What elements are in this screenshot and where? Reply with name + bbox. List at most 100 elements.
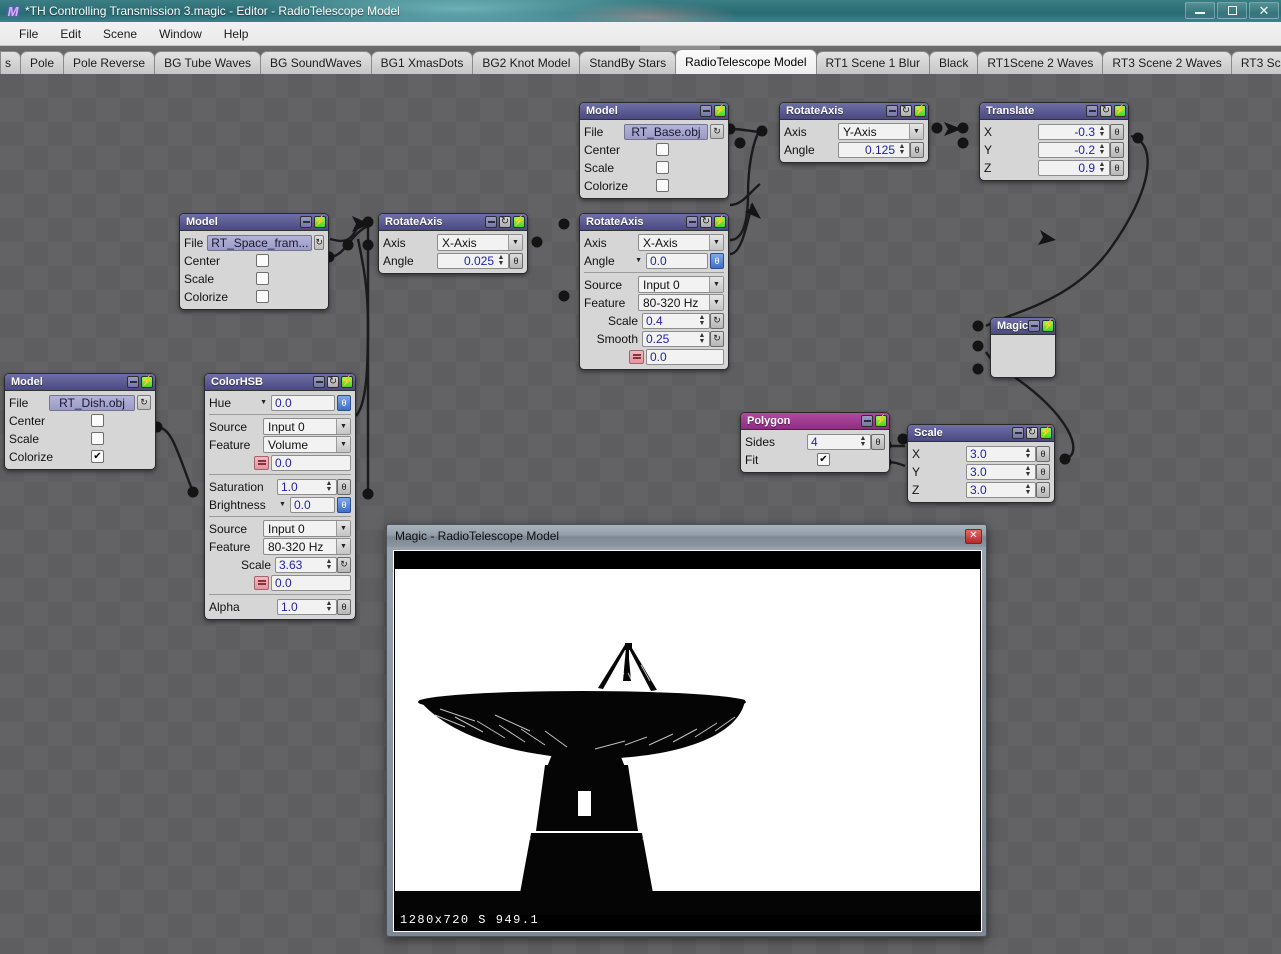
menu-file[interactable]: File [8, 24, 49, 44]
node-colorhsb[interactable]: ColorHSB ↻ ⚡ Hue ▼ 0.0 θ Source Input 0 … [204, 373, 356, 620]
colorize-checkbox[interactable]: ✔ [91, 450, 104, 463]
bolt-icon[interactable]: ⚡ [1040, 427, 1052, 439]
file-value[interactable]: RT_Dish.obj [49, 394, 135, 411]
minimize-icon[interactable] [1028, 320, 1041, 332]
node-header[interactable]: Model ⚡ [5, 374, 155, 391]
refresh-icon[interactable]: ↻ [900, 105, 912, 117]
z-value[interactable]: 3.0 [966, 481, 1036, 498]
minimize-icon[interactable] [686, 216, 698, 228]
maximize-button[interactable] [1217, 2, 1247, 19]
center-checkbox[interactable] [256, 254, 269, 267]
node-header[interactable]: ColorHSB ↻ ⚡ [205, 374, 355, 391]
bolt-icon[interactable]: ⚡ [314, 216, 326, 228]
tab-bg-soundwaves[interactable]: BG SoundWaves [260, 51, 372, 74]
preview-window[interactable]: Magic - RadioTelescope Model ✕ 1280x720 … [386, 524, 987, 937]
saturation-value[interactable]: 1.0 [277, 478, 337, 495]
angle-value[interactable]: 0.025 [437, 252, 509, 269]
offset-value[interactable]: 0.0 [271, 574, 351, 591]
menu-window[interactable]: Window [148, 24, 213, 44]
node-rotateaxis-y[interactable]: RotateAxis ↻ ⚡ Axis Y-Axis ▼ Angle 0.125… [779, 102, 929, 163]
link-icon[interactable]: θ [910, 141, 924, 158]
tab-pole-reverse[interactable]: Pole Reverse [63, 51, 156, 74]
scale-value[interactable]: 3.63 [275, 556, 337, 573]
scale-value[interactable]: 0.4 [642, 312, 710, 329]
bolt-icon[interactable]: ⚡ [875, 415, 887, 427]
tab-bg1-xmasdots[interactable]: BG1 XmasDots [370, 51, 474, 74]
minimize-icon[interactable] [1086, 105, 1098, 117]
link-icon[interactable]: θ [1036, 463, 1050, 480]
node-rotateaxis-x[interactable]: RotateAxis ↻ ⚡ Axis X-Axis ▼ Angle 0.025… [378, 213, 528, 274]
axis-select[interactable]: X-Axis ▼ [638, 234, 724, 251]
tab-rt1scene-2-waves[interactable]: RT1Scene 2 Waves [977, 51, 1104, 74]
tab-radiotelescope-model[interactable]: RadioTelescope Model [675, 49, 817, 74]
tab-s[interactable]: s [0, 51, 21, 74]
refresh-icon[interactable]: ↻ [337, 556, 351, 573]
node-scale[interactable]: Scale ↻ ⚡ X 3.0 ▲ ▼ θ Y 3.0 ▲ ▼ θ Z 3.0 … [907, 424, 1055, 503]
sides-value[interactable]: 4 [807, 433, 871, 450]
link-icon[interactable]: θ [710, 252, 724, 269]
fit-checkbox[interactable]: ✔ [817, 453, 830, 466]
minimize-icon[interactable] [1012, 427, 1024, 439]
menu-scene[interactable]: Scene [92, 24, 148, 44]
tab-standby-stars[interactable]: StandBy Stars [579, 51, 677, 74]
source-select[interactable]: Input 0 ▼ [638, 276, 724, 293]
bolt-icon[interactable]: ⚡ [141, 376, 153, 388]
feature-select[interactable]: 80-320 Hz ▼ [263, 538, 351, 555]
menu-edit[interactable]: Edit [49, 24, 92, 44]
tab-black[interactable]: Black [929, 51, 979, 74]
angle-value[interactable]: 0.125 [838, 141, 910, 158]
link-icon[interactable]: θ [337, 598, 351, 615]
link-icon[interactable]: θ [1036, 481, 1050, 498]
node-polygon[interactable]: Polygon ⚡ Sides 4 ▲ ▼ θ Fit ✔ [740, 412, 890, 473]
tab-rt3-scene-0-black[interactable]: RT3 Scene 0 Black [1230, 51, 1281, 74]
colorize-checkbox[interactable] [656, 179, 669, 192]
minimize-icon[interactable] [886, 105, 898, 117]
link-icon[interactable]: θ [1110, 159, 1124, 176]
offset-value[interactable]: 0.0 [271, 454, 351, 471]
preview-titlebar[interactable]: Magic - RadioTelescope Model ✕ [387, 525, 986, 547]
node-model-dish[interactable]: Model ⚡ File RT_Dish.obj ↻ Center Scale … [4, 373, 156, 470]
caret-down-icon[interactable]: ▼ [635, 257, 642, 264]
node-header[interactable]: Translate ↻ ⚡ [980, 103, 1128, 120]
equalizer-icon[interactable] [629, 349, 644, 364]
source-select[interactable]: Input 0 ▼ [263, 418, 351, 435]
minimize-icon[interactable] [313, 376, 325, 388]
feature-select[interactable]: Volume ▼ [263, 436, 351, 453]
tab-rt3-scene-2-waves[interactable]: RT3 Scene 2 Waves [1102, 51, 1232, 74]
bolt-icon[interactable]: ⚡ [341, 376, 353, 388]
tab-rt1-scene-1-blur[interactable]: RT1 Scene 1 Blur [815, 51, 931, 74]
y-value[interactable]: -0.2 [1038, 141, 1110, 158]
node-magic[interactable]: Magic ⚡ [990, 317, 1056, 378]
preview-render-canvas[interactable]: 1280x720 S 949.1 [393, 550, 982, 932]
smooth-value[interactable]: 0.25 [642, 330, 710, 347]
menu-help[interactable]: Help [213, 24, 260, 44]
caret-down-icon[interactable]: ▼ [260, 399, 267, 406]
refresh-icon[interactable]: ↻ [499, 216, 511, 228]
bolt-icon[interactable]: ⚡ [513, 216, 525, 228]
hue-value[interactable]: 0.0 [271, 394, 335, 411]
bolt-icon[interactable]: ⚡ [714, 105, 726, 117]
reload-icon[interactable]: ↻ [137, 395, 151, 410]
equalizer-icon[interactable] [254, 575, 269, 590]
link-icon[interactable]: θ [871, 433, 885, 450]
node-header[interactable]: Magic ⚡ [991, 318, 1055, 335]
bolt-icon[interactable]: ⚡ [1114, 105, 1126, 117]
bolt-icon[interactable]: ⚡ [714, 216, 726, 228]
minimize-icon[interactable] [861, 415, 873, 427]
minimize-button[interactable] [1185, 2, 1215, 19]
node-header[interactable]: Model ⚡ [580, 103, 728, 120]
bolt-icon[interactable]: ⚡ [914, 105, 926, 117]
refresh-icon[interactable]: ↻ [1100, 105, 1112, 117]
axis-select[interactable]: X-Axis ▼ [437, 234, 523, 251]
link-icon[interactable]: θ [509, 252, 523, 269]
reload-icon[interactable]: ↻ [710, 124, 724, 139]
node-model-base[interactable]: Model ⚡ File RT_Base.obj ↻ Center Scale … [579, 102, 729, 199]
scale-checkbox[interactable] [256, 272, 269, 285]
minimize-icon[interactable] [700, 105, 712, 117]
node-header[interactable]: RotateAxis ↻ ⚡ [580, 214, 728, 231]
preview-close-button[interactable]: ✕ [965, 528, 982, 544]
node-header[interactable]: Scale ↻ ⚡ [908, 425, 1054, 442]
tab-pole[interactable]: Pole [20, 51, 65, 74]
source-select[interactable]: Input 0 ▼ [263, 520, 351, 537]
center-checkbox[interactable] [656, 143, 669, 156]
